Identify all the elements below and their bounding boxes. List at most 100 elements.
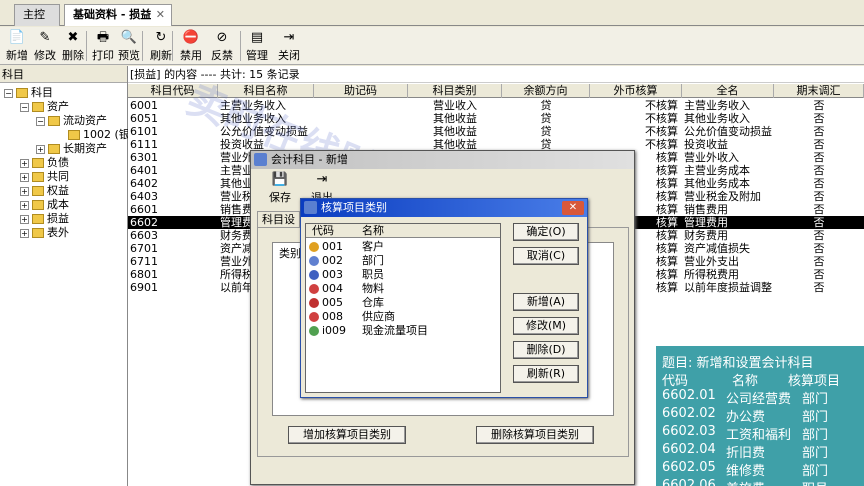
dialog-titlebar: 核算项目类别 ✕ — [301, 199, 587, 217]
tree-node-label: 成本 — [47, 198, 69, 211]
expand-toggle-icon[interactable]: − — [4, 88, 13, 98]
column-header[interactable]: 余额方向 — [502, 84, 590, 98]
expand-toggle-icon[interactable]: + — [20, 172, 29, 182]
toolbar-label: 删除 — [62, 49, 84, 62]
delete-button[interactable]: 删除(D) — [513, 341, 579, 359]
tree-node[interactable]: + 负债 — [20, 156, 69, 170]
edit-button[interactable]: ✎ 修改 — [32, 29, 58, 63]
expand-toggle-icon[interactable]: + — [20, 214, 29, 224]
cancel-button[interactable]: 取消(C) — [513, 247, 579, 265]
print-button[interactable]: 🖶 打印 — [90, 29, 116, 63]
lesson-item: 部门 — [802, 410, 829, 425]
close-icon[interactable]: ✕ — [156, 5, 165, 25]
add-category-button[interactable]: 增加核算项目类别 — [288, 426, 406, 444]
tab-basic-data[interactable]: 基础资料 - 损益 ✕ — [64, 4, 172, 26]
close-button[interactable]: ⇥ 关闭 — [276, 29, 302, 63]
toolbar-label: 新增 — [6, 49, 28, 62]
column-header[interactable]: 科目类别 — [408, 84, 502, 98]
column-header[interactable]: 外币核算 — [590, 84, 682, 98]
refresh-button[interactable]: 刷新(R) — [513, 365, 579, 383]
table-cell: 其他收益 — [433, 125, 477, 138]
dialog-titlebar: 会计科目 - 新增 — [251, 151, 634, 169]
tree-node[interactable]: − 资产 — [20, 100, 69, 114]
list-item[interactable]: 002 部门 — [306, 254, 500, 268]
table-cell: 营业税金及附加 — [684, 190, 761, 203]
column-header[interactable]: 期末调汇 — [774, 84, 864, 98]
tree-node[interactable]: + 共同 — [20, 170, 69, 184]
list-item[interactable]: i009 现金流量项目 — [306, 324, 500, 338]
table-cell: 否 — [813, 125, 825, 138]
delete-button[interactable]: ✖ 删除 — [60, 29, 86, 63]
folder-icon — [32, 214, 44, 224]
item-code: 004 — [322, 282, 343, 295]
close-icon[interactable]: ✕ — [562, 201, 584, 215]
disable-button[interactable]: ⛔ 禁用 — [178, 29, 204, 63]
table-row[interactable]: 6001 主营业务收入 营业收入贷不核算 主营业务收入否 — [128, 99, 864, 112]
save-icon: 💾 — [271, 172, 289, 187]
save-button[interactable]: 💾 保存 — [265, 171, 295, 205]
list-item[interactable]: 001 客户 — [306, 240, 500, 254]
table-row[interactable]: 6101 公允价值变动损益 其他收益贷不核算 公允价值变动损益否 — [128, 125, 864, 138]
list-item[interactable]: 004 物料 — [306, 282, 500, 296]
expand-toggle-icon[interactable]: + — [20, 158, 29, 168]
refresh-button[interactable]: ↻ 刷新 — [148, 29, 174, 63]
table-cell: 投资收益 — [684, 138, 728, 151]
table-cell: 资产减值损失 — [684, 242, 750, 255]
table-cell: 不核算 — [645, 99, 678, 112]
manage-button[interactable]: ▤ 管理 — [244, 29, 270, 63]
preview-button[interactable]: 🔍 预览 — [116, 29, 142, 63]
folder-icon — [32, 186, 44, 196]
tree-node[interactable]: + 损益 — [20, 212, 69, 226]
expand-toggle-icon[interactable]: − — [36, 116, 45, 126]
tab-account-settings[interactable]: 科目设 — [257, 211, 300, 227]
tree-node[interactable]: − 流动资产 — [36, 114, 107, 128]
column-header[interactable]: 科目代码 — [128, 84, 218, 98]
tree-node[interactable]: + 表外 — [20, 226, 69, 240]
tree-node[interactable]: + 权益 — [20, 184, 69, 198]
table-row[interactable]: 6051 其他业务收入 其他收益贷不核算 其他业务收入否 — [128, 112, 864, 125]
enable-button[interactable]: ⊘反禁用 — [206, 29, 238, 78]
table-cell: 贷 — [540, 112, 552, 125]
expand-toggle-icon[interactable]: + — [36, 144, 45, 154]
tree-node-label: 流动资产 — [63, 114, 107, 127]
grid-header: 科目代码 科目名称 助记码 科目类别 余额方向 外币核算 全名 期末调汇 — [128, 84, 864, 98]
table-cell: 6111 — [130, 138, 158, 151]
table-cell: 否 — [813, 138, 825, 151]
enable-icon: ⊘ — [216, 30, 228, 45]
folder-icon — [32, 228, 44, 238]
lesson-item: 部门 — [802, 392, 829, 407]
column-header[interactable]: 助记码 — [314, 84, 408, 98]
table-cell: 6901 — [130, 281, 158, 294]
tree-node-label: 共同 — [47, 170, 69, 183]
expand-toggle-icon[interactable]: + — [20, 228, 29, 238]
list-item[interactable]: 005 仓库 — [306, 296, 500, 310]
tree-node[interactable]: − 科目 — [4, 86, 53, 100]
table-cell: 6603 — [130, 229, 158, 242]
delete-category-button[interactable]: 删除核算项目类别 — [476, 426, 594, 444]
ok-button[interactable]: 确定(O) — [513, 223, 579, 241]
column-header[interactable]: 科目名称 — [218, 84, 314, 98]
column-header[interactable]: 全名 — [682, 84, 774, 98]
expand-toggle-icon[interactable]: − — [20, 102, 29, 112]
expand-toggle-icon[interactable]: + — [20, 186, 29, 196]
tree-node[interactable]: + 成本 — [20, 198, 69, 212]
table-cell: 否 — [813, 242, 825, 255]
list-item[interactable]: 008 供应商 — [306, 310, 500, 324]
new-button[interactable]: 📄 新增 — [4, 29, 30, 63]
modify-button[interactable]: 修改(M) — [513, 317, 579, 335]
table-cell: 否 — [813, 203, 825, 216]
table-cell: 营业收入 — [433, 99, 477, 112]
dialog-title: 会计科目 - 新增 — [271, 153, 348, 166]
tree-node-label: 负债 — [47, 156, 69, 169]
folder-icon — [32, 102, 44, 112]
tab-home[interactable]: 主控台 — [14, 4, 60, 41]
record-status: [损益] 的内容 ---- 共计: 15 条记录 — [128, 66, 864, 83]
lesson-name: 工资和福利 — [726, 428, 792, 443]
tree-node[interactable]: + 长期资产 — [36, 142, 107, 156]
list-item[interactable]: 003 职员 — [306, 268, 500, 282]
new-button[interactable]: 新增(A) — [513, 293, 579, 311]
tree-node-label: 科目 — [31, 86, 53, 99]
lesson-header-name: 名称 — [732, 374, 759, 389]
expand-toggle-icon[interactable]: + — [20, 200, 29, 210]
toolbar-label: 关闭 — [278, 49, 300, 62]
